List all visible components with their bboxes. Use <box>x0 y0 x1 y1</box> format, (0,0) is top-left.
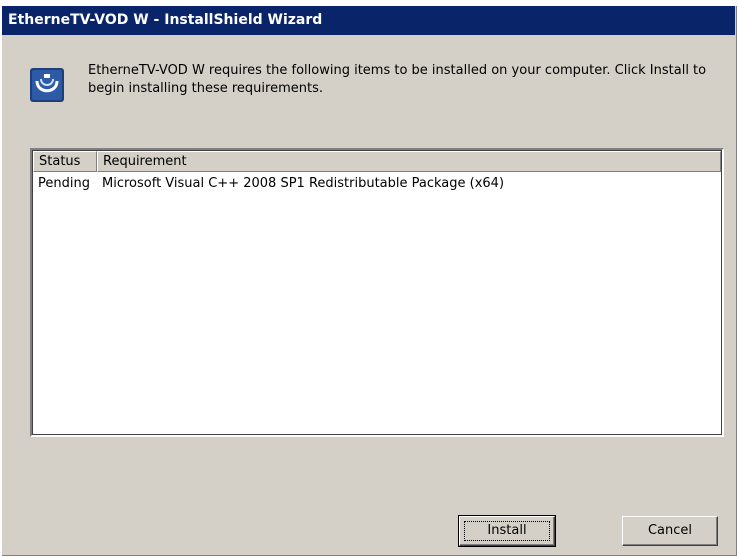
installshield-dialog: EtherneTV-VOD W - InstallShield Wizard E… <box>2 6 737 556</box>
requirements-list[interactable]: Status Requirement Pending Microsoft Vis… <box>30 148 724 437</box>
list-header: Status Requirement <box>33 151 721 172</box>
installer-icon <box>30 68 64 102</box>
install-button-label: Install <box>487 523 527 538</box>
cancel-button[interactable]: Cancel <box>622 516 718 546</box>
column-header-requirement[interactable]: Requirement <box>97 151 721 172</box>
requirement-status: Pending <box>38 176 90 191</box>
cancel-button-label: Cancel <box>647 523 693 538</box>
requirements-message: EtherneTV-VOD W requires the following i… <box>88 63 707 96</box>
column-header-status[interactable]: Status <box>33 151 97 172</box>
install-button[interactable]: Install <box>458 515 556 547</box>
list-item[interactable]: Pending Microsoft Visual C++ 2008 SP1 Re… <box>33 174 721 194</box>
window-title: EtherneTV-VOD W - InstallShield Wizard <box>2 6 735 35</box>
requirement-name: Microsoft Visual C++ 2008 SP1 Redistribu… <box>102 176 505 191</box>
